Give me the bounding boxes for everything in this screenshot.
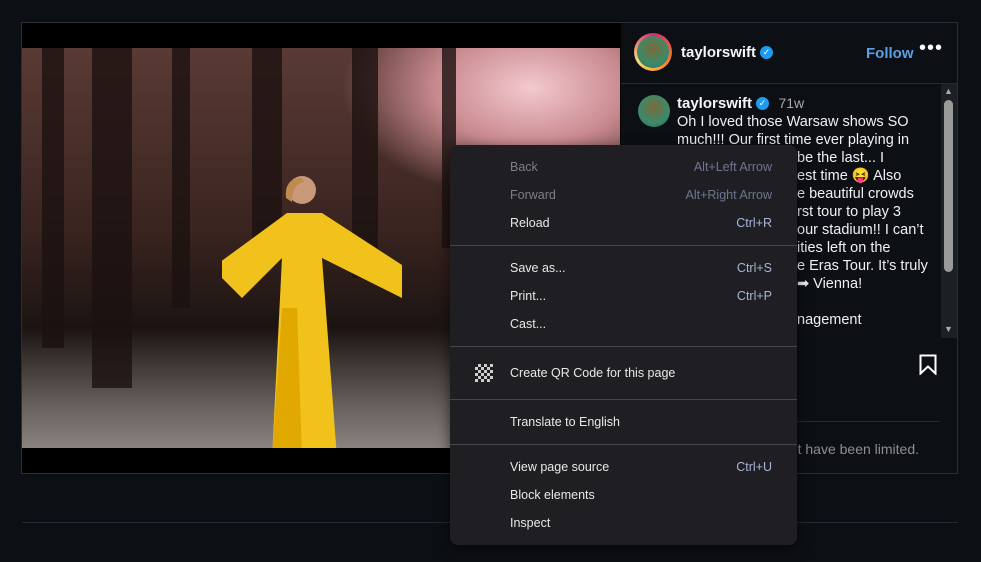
scrollbar[interactable]: ▲ ▼ <box>941 84 957 338</box>
caption-line: e beautiful crowds <box>797 186 914 202</box>
scroll-down-icon[interactable]: ▼ <box>944 324 953 334</box>
caption-line: ities left on the <box>797 240 891 256</box>
menu-item-forward[interactable]: Forward Alt+Right Arrow <box>450 182 797 208</box>
post-header: taylorswift ✓ Follow ••• <box>621 23 957 84</box>
verified-badge-icon: ✓ <box>760 46 774 60</box>
menu-item-label: Create QR Code for this page <box>510 366 676 380</box>
menu-item-block-elements[interactable]: Block elements <box>450 482 797 508</box>
menu-item-inspect[interactable]: Inspect <box>450 510 797 536</box>
caption-line: ➡ Vienna! <box>797 276 863 292</box>
menu-item-translate-to-english[interactable]: Translate to English <box>450 409 797 435</box>
scroll-up-icon[interactable]: ▲ <box>944 86 953 96</box>
menu-item-label: Inspect <box>510 516 551 530</box>
caption-line: e Eras Tour. It’s truly <box>797 258 928 274</box>
menu-item-shortcut: Ctrl+P <box>736 289 772 303</box>
menu-item-label: Print... <box>510 289 547 303</box>
menu-separator <box>450 245 797 246</box>
performer-figure <box>222 176 402 448</box>
follow-button[interactable]: Follow <box>866 45 914 62</box>
caption-line: nagement <box>797 312 862 328</box>
verified-badge-icon: ✓ <box>756 97 770 111</box>
post-age: 71w <box>778 95 805 111</box>
menu-item-save-as[interactable]: Save as... Ctrl+S <box>450 255 797 281</box>
username[interactable]: taylorswift <box>681 44 756 61</box>
menu-item-label: Cast... <box>510 317 547 331</box>
more-options-icon[interactable]: ••• <box>919 37 943 60</box>
caption-line: our stadium!! I can’t <box>797 222 924 238</box>
menu-item-label: Forward <box>510 188 556 202</box>
menu-item-label: View page source <box>510 460 610 474</box>
menu-item-label: Block elements <box>510 488 595 502</box>
menu-item-shortcut: Alt+Right Arrow <box>685 188 773 202</box>
caption-line: be the last... I <box>797 150 885 166</box>
menu-item-view-page-source[interactable]: View page source Ctrl+U <box>450 454 797 480</box>
menu-item-back[interactable]: Back Alt+Left Arrow <box>450 154 797 180</box>
menu-item-cast[interactable]: Cast... <box>450 311 797 337</box>
menu-item-label: Save as... <box>510 261 566 275</box>
menu-separator <box>450 399 797 400</box>
menu-separator <box>450 444 797 445</box>
menu-item-shortcut: Ctrl+U <box>736 460 772 474</box>
caption-username[interactable]: taylorswift <box>677 95 752 112</box>
scrollbar-thumb[interactable] <box>944 100 953 272</box>
avatar[interactable] <box>637 36 669 68</box>
qr-code-icon <box>475 364 493 382</box>
menu-item-label: Back <box>510 160 538 174</box>
menu-item-create-qr-code-for-this-page[interactable]: Create QR Code for this page <box>450 360 797 386</box>
menu-item-shortcut: Ctrl+S <box>736 261 772 275</box>
caption-line: Oh I loved those Warsaw shows SO <box>677 114 909 130</box>
context-menu: Back Alt+Left Arrow Forward Alt+Right Arrow… <box>450 145 797 545</box>
menu-item-reload[interactable]: Reload Ctrl+R <box>450 210 797 236</box>
menu-separator <box>450 346 797 347</box>
caption-line: rst tour to play 3 <box>797 204 901 220</box>
bookmark-icon[interactable] <box>919 354 937 375</box>
menu-item-print[interactable]: Print... Ctrl+P <box>450 283 797 309</box>
menu-item-label: Reload <box>510 216 550 230</box>
menu-item-label: Translate to English <box>510 415 621 429</box>
caption-line: est time 😝 Also <box>797 168 902 184</box>
divider <box>797 421 940 422</box>
comment-avatar[interactable] <box>638 95 670 127</box>
story-ring[interactable] <box>634 33 672 71</box>
menu-item-shortcut: Alt+Left Arrow <box>693 160 772 174</box>
limited-notice: t have been limited. <box>797 441 919 457</box>
menu-item-shortcut: Ctrl+R <box>736 216 772 230</box>
